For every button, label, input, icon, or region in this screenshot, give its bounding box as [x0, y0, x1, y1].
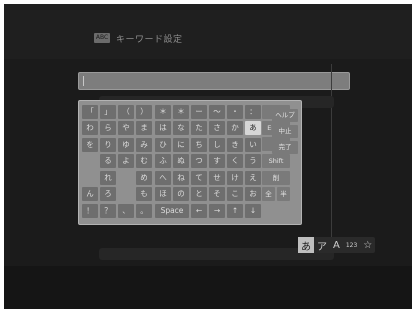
key-3-3[interactable]: む [136, 154, 152, 168]
key-4-6[interactable]: て [191, 171, 207, 185]
text-cursor [83, 76, 84, 86]
footer-band [4, 266, 412, 309]
key-5-1[interactable]: ろ [100, 187, 116, 201]
key-2-2[interactable]: ゆ [118, 138, 134, 152]
key-1-6[interactable]: た [191, 121, 207, 135]
key-empty [118, 171, 134, 185]
key-1-9[interactable]: あ [245, 121, 261, 135]
key-2-1[interactable]: り [100, 138, 116, 152]
key-5-8[interactable]: こ [227, 187, 243, 201]
key-1-1[interactable]: ら [100, 121, 116, 135]
key-2-7[interactable]: し [209, 138, 225, 152]
key-2-0[interactable]: を [82, 138, 98, 152]
input-mode-bar: あア A 123 ☆ [298, 237, 376, 253]
key-4-1[interactable]: れ [100, 171, 116, 185]
key-0-0[interactable]: 「 [82, 105, 98, 119]
mode-1[interactable]: ア [314, 237, 330, 253]
title-row: ABC キーワード設定 [94, 31, 183, 45]
key-empty [118, 187, 134, 201]
key-4-8[interactable]: け [227, 171, 243, 185]
hankaku-key[interactable]: 半 [277, 187, 290, 201]
key-4-7[interactable]: せ [209, 171, 225, 185]
key-1-0[interactable]: わ [82, 121, 98, 135]
key-5-4[interactable]: ほ [155, 187, 171, 201]
key-2-4[interactable]: ひ [155, 138, 171, 152]
stop-button[interactable]: 中止 [272, 125, 298, 138]
key-0-3[interactable]: ） [136, 105, 152, 119]
key-empty [82, 154, 98, 168]
key-5-3[interactable]: も [136, 187, 152, 201]
key-3-8[interactable]: く [227, 154, 243, 168]
key-1-3[interactable]: ま [136, 121, 152, 135]
key-4-3[interactable]: め [136, 171, 152, 185]
key-3-4[interactable]: ふ [155, 154, 171, 168]
key-0-1[interactable]: 」 [100, 105, 116, 119]
key-6-7[interactable]: → [209, 204, 225, 218]
key-6-6[interactable]: ← [191, 204, 207, 218]
key-4-4[interactable]: へ [155, 171, 171, 185]
key-2-9[interactable]: い [245, 138, 261, 152]
key-4-9[interactable]: え [245, 171, 261, 185]
key-6-0[interactable]: ！ [82, 204, 98, 218]
key-5-9[interactable]: お [245, 187, 261, 201]
key-3-9[interactable]: う [245, 154, 261, 168]
mode-4[interactable]: ☆ [360, 237, 375, 253]
key-1-7[interactable]: さ [209, 121, 225, 135]
key-6-1[interactable]: ？ [100, 204, 116, 218]
zenkaku-key[interactable]: 全 [262, 187, 275, 201]
key-3-5[interactable]: ぬ [173, 154, 189, 168]
help-button[interactable]: ヘルプ [272, 109, 298, 122]
key-5-6[interactable]: と [191, 187, 207, 201]
key-1-8[interactable]: か [227, 121, 243, 135]
page-title: キーワード設定 [116, 34, 183, 45]
key-6-2[interactable]: 、 [118, 204, 134, 218]
mode-2[interactable]: A [330, 237, 343, 253]
keyword-icon: ABC [94, 33, 110, 43]
key-5-0[interactable]: ん [82, 187, 98, 201]
key-0-7[interactable]: ～ [209, 105, 225, 119]
mode-3[interactable]: 123 [343, 237, 360, 253]
key-2-6[interactable]: ち [191, 138, 207, 152]
key-0-6[interactable]: ー [191, 105, 207, 119]
software-keyboard: 「」（）＊＊ー～・：わらやまはなたさかあをりゆみひにちしきいるよむふぬつすくうれ… [78, 100, 302, 225]
key-1-4[interactable]: は [155, 121, 171, 135]
key-5-5[interactable]: の [173, 187, 189, 201]
key-empty [82, 171, 98, 185]
divider [331, 64, 332, 254]
mode-0[interactable]: あ [298, 237, 314, 253]
key-1-2[interactable]: や [118, 121, 134, 135]
key-0-2[interactable]: （ [118, 105, 134, 119]
key-3-1[interactable]: る [100, 154, 116, 168]
key-space[interactable]: Space [155, 204, 189, 218]
key-6-9[interactable]: ↓ [245, 204, 261, 218]
key-4-5[interactable]: ね [173, 171, 189, 185]
key-6-8[interactable]: ↑ [227, 204, 243, 218]
key-2-3[interactable]: み [136, 138, 152, 152]
key-2-8[interactable]: き [227, 138, 243, 152]
shift-key[interactable]: Shift [262, 154, 290, 168]
header-band [4, 4, 412, 59]
key-3-6[interactable]: つ [191, 154, 207, 168]
key-0-5[interactable]: ＊ [173, 105, 189, 119]
key-0-8[interactable]: ・ [227, 105, 243, 119]
keyword-input[interactable] [78, 72, 350, 90]
key-2-5[interactable]: に [173, 138, 189, 152]
screen: ABC キーワード設定 「」（）＊＊ー～・：わらやまはなたさかあをりゆみひにちし… [4, 4, 412, 309]
delete-key[interactable]: 削 [262, 171, 290, 185]
key-6-3[interactable]: 。 [136, 204, 152, 218]
key-0-9[interactable]: ： [245, 105, 261, 119]
key-3-7[interactable]: す [209, 154, 225, 168]
key-1-5[interactable]: な [173, 121, 189, 135]
key-0-4[interactable]: ＊ [155, 105, 171, 119]
key-3-2[interactable]: よ [118, 154, 134, 168]
done-button[interactable]: 完了 [272, 141, 298, 154]
key-5-7[interactable]: そ [209, 187, 225, 201]
